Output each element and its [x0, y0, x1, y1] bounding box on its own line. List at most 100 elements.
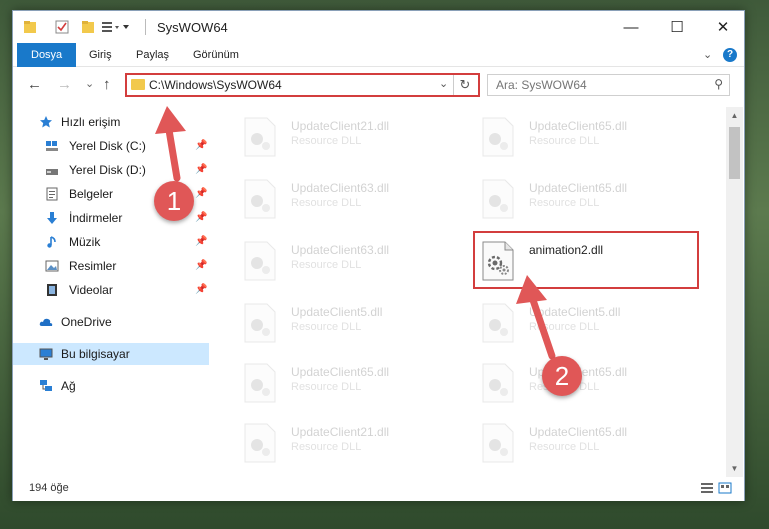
title-bar: SysWOW64 — ☐ ✕ — [13, 11, 744, 43]
title-separator — [145, 19, 146, 35]
download-icon — [47, 212, 57, 224]
close-button[interactable]: ✕ — [700, 11, 746, 43]
tab-file[interactable]: Dosya — [17, 43, 77, 67]
sidebar-item-label: Yerel Disk (D:) — [69, 163, 146, 177]
refresh-icon[interactable]: ↻ — [453, 75, 476, 95]
pin-icon: 📌 — [195, 260, 208, 271]
cloud-icon — [39, 318, 53, 326]
picture-icon — [45, 260, 59, 272]
up-button[interactable]: ↑ — [103, 76, 111, 93]
file-item[interactable]: UpdateClient21.dll Resource DLL — [243, 419, 463, 467]
file-item[interactable]: UpdateClient63.dll Resource DLL — [243, 237, 463, 285]
step-marker-2: 2 — [542, 356, 582, 396]
computer-icon — [39, 348, 53, 360]
address-dropdown-icon[interactable]: ⌄ — [439, 77, 448, 90]
minimize-button[interactable]: — — [608, 11, 654, 43]
sidebar-item-this-pc[interactable]: Bu bilgisayar — [13, 343, 209, 365]
file-name: UpdateClient65.dll — [529, 119, 628, 133]
dll-file-icon — [244, 117, 276, 157]
navigation-pane: Hızlı erişim Yerel Disk (C:) 📌 Yerel Dis… — [13, 107, 211, 477]
search-box[interactable]: ⚲ — [487, 74, 730, 96]
drive-icon — [46, 169, 58, 175]
address-bar[interactable]: C:\Windows\SysWOW64 ⌄ ↻ — [125, 73, 480, 97]
file-list: UpdateClient21.dll Resource DLL UpdateCl… — [223, 107, 725, 477]
scroll-down-icon[interactable]: ▼ — [726, 460, 743, 477]
item-count: 194 öğe — [29, 482, 69, 494]
file-name: UpdateClient65.dll — [529, 425, 628, 439]
dll-file-icon — [244, 303, 276, 343]
details-view-icon[interactable] — [700, 482, 734, 494]
search-icon: ⚲ — [714, 77, 723, 91]
dll-file-icon — [244, 423, 276, 463]
dll-file-icon — [482, 363, 514, 403]
sidebar-item-label: İndirmeler — [69, 211, 123, 225]
sidebar-item-pictures[interactable]: Resimler 📌 — [13, 255, 209, 277]
file-item[interactable]: UpdateClient5.dll Resource DLL — [243, 299, 463, 347]
file-item[interactable]: UpdateClient5.dll Resource DLL — [481, 299, 701, 347]
file-name: UpdateClient63.dll — [291, 243, 390, 257]
sidebar-item-onedrive[interactable]: OneDrive — [13, 311, 209, 333]
sidebar-item-local-disk-c[interactable]: Yerel Disk (C:) 📌 — [13, 135, 209, 157]
sidebar-item-label: Bu bilgisayar — [61, 347, 130, 361]
customize-toolbar-icon[interactable] — [101, 19, 131, 35]
sidebar-item-local-disk-d[interactable]: Yerel Disk (D:) 📌 — [13, 159, 209, 181]
file-item[interactable]: UpdateClient63.dll Resource DLL — [243, 175, 463, 223]
sidebar-item-label: Ağ — [61, 379, 76, 393]
recent-locations-button[interactable]: ⌄ — [85, 77, 94, 90]
star-icon — [40, 116, 52, 128]
dll-file-icon — [244, 363, 276, 403]
tab-home[interactable]: Giriş — [89, 43, 112, 67]
search-input[interactable] — [496, 77, 696, 93]
pin-icon: 📌 — [195, 140, 208, 151]
file-name: UpdateClient21.dll — [291, 119, 390, 133]
file-item[interactable]: UpdateClient21.dll Resource DLL — [243, 113, 463, 161]
scroll-up-icon[interactable]: ▲ — [726, 107, 743, 124]
sidebar-item-quick-access[interactable]: Hızlı erişim — [13, 111, 209, 133]
forward-button[interactable]: → — [57, 76, 72, 93]
file-type: Resource DLL — [529, 135, 600, 147]
file-type: Resource DLL — [291, 441, 362, 453]
dll-file-icon — [244, 241, 276, 281]
document-icon — [46, 187, 58, 201]
address-row: ← → ⌄ ↑ C:\Windows\SysWOW64 ⌄ ↻ ⚲ — [13, 67, 744, 103]
file-item[interactable]: UpdateClient65.dll Resource DLL — [481, 175, 701, 223]
sidebar-item-videos[interactable]: Videolar 📌 — [13, 279, 209, 301]
sidebar-item-label: Resimler — [69, 259, 117, 273]
drive-icon — [46, 141, 58, 151]
status-bar: 194 öğe — [13, 477, 744, 501]
help-icon[interactable]: ? — [723, 48, 737, 62]
file-type: Resource DLL — [291, 381, 362, 393]
view-toggle[interactable] — [700, 482, 734, 497]
sidebar-item-label: Hızlı erişim — [61, 115, 121, 129]
sidebar-item-network[interactable]: Ağ — [13, 375, 209, 397]
sidebar-item-music[interactable]: Müzik 📌 — [13, 231, 209, 253]
video-icon — [47, 284, 57, 296]
file-type: Resource DLL — [529, 197, 600, 209]
new-folder-icon[interactable] — [81, 19, 95, 35]
file-item[interactable]: UpdateClient65.dll Resource DLL — [243, 359, 463, 407]
file-type: Resource DLL — [291, 197, 362, 209]
expand-ribbon-icon[interactable]: ⌄ — [703, 43, 712, 67]
window-title: SysWOW64 — [157, 20, 228, 35]
sidebar-item-label: OneDrive — [61, 315, 112, 329]
back-button[interactable]: ← — [27, 76, 42, 93]
scroll-thumb[interactable] — [729, 127, 740, 179]
maximize-button[interactable]: ☐ — [654, 11, 700, 43]
dll-file-icon — [482, 423, 514, 463]
vertical-scrollbar[interactable]: ▲ ▼ — [726, 107, 743, 477]
properties-icon[interactable] — [55, 19, 69, 35]
pin-icon: 📌 — [195, 188, 208, 199]
tab-view[interactable]: Görünüm — [193, 43, 239, 67]
file-item[interactable]: UpdateClient65.dll Resource DLL — [481, 359, 701, 407]
sidebar-item-label: Yerel Disk (C:) — [69, 139, 146, 153]
sidebar-item-label: Videolar — [69, 283, 113, 297]
file-name: UpdateClient5.dll — [291, 305, 383, 319]
file-item[interactable]: UpdateClient65.dll Resource DLL — [481, 113, 701, 161]
dll-file-icon — [482, 179, 514, 219]
file-type: Resource DLL — [291, 321, 362, 333]
sidebar-item-label: Müzik — [69, 235, 101, 249]
step-number: 2 — [554, 361, 570, 391]
dll-file-icon — [244, 179, 276, 219]
file-item[interactable]: UpdateClient65.dll Resource DLL — [481, 419, 701, 467]
tab-share[interactable]: Paylaş — [136, 43, 169, 67]
